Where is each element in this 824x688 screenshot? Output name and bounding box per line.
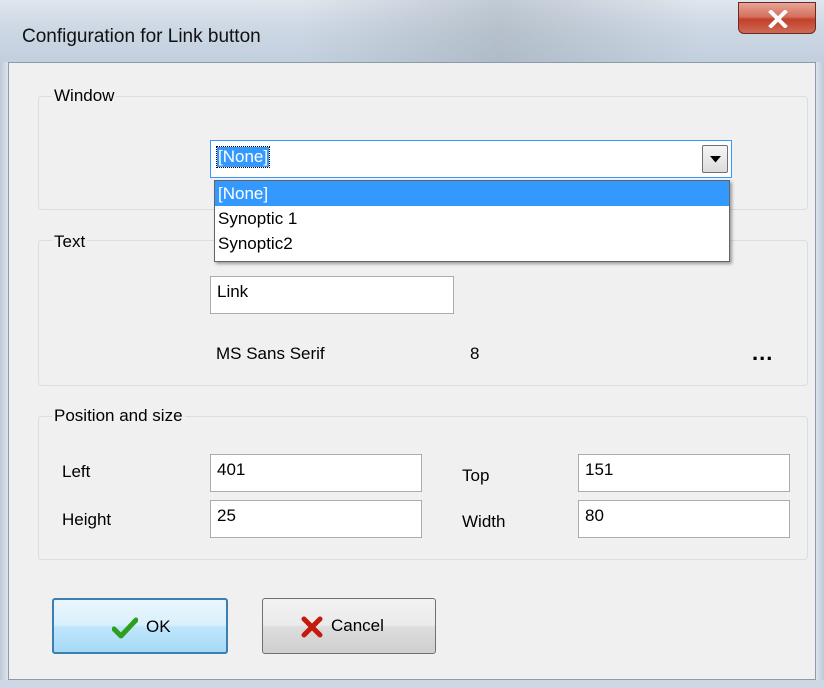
left-input[interactable]: 401 — [210, 454, 422, 492]
title-bar[interactable]: Configuration for Link button — [0, 0, 824, 62]
ok-button[interactable]: OK — [52, 598, 228, 654]
chevron-down-icon — [710, 156, 721, 163]
dropdown-option-synoptic2[interactable]: Synoptic2 — [215, 231, 729, 256]
window-dropdown-list: [None] Synoptic 1 Synoptic2 — [214, 180, 730, 262]
top-input[interactable]: 151 — [578, 454, 790, 492]
ok-button-label: OK — [146, 617, 171, 636]
position-group-label: Position and size — [52, 406, 185, 426]
dropdown-button[interactable] — [702, 145, 728, 173]
window-select[interactable]: [None] — [210, 140, 732, 178]
dropdown-option-none[interactable]: [None] — [215, 181, 729, 206]
top-label: Top — [462, 466, 490, 485]
window-select-value: [None] — [215, 146, 271, 168]
title-bar-glow — [300, 0, 700, 62]
text-group-label: Text — [52, 232, 88, 252]
x-icon — [301, 616, 323, 638]
cancel-button-label: Cancel — [331, 616, 384, 635]
height-label: Height — [62, 510, 112, 529]
dropdown-option-synoptic-1[interactable]: Synoptic 1 — [215, 206, 729, 231]
dialog-window: Configuration for Link button Window Tex… — [0, 0, 824, 688]
width-input[interactable]: 80 — [578, 500, 790, 538]
height-input[interactable]: 25 — [210, 500, 422, 538]
font-picker-button[interactable]: ... — [752, 340, 773, 366]
close-icon — [768, 10, 788, 28]
window-frame-right — [816, 62, 824, 688]
left-label: Left — [62, 462, 91, 481]
window-frame-bottom — [0, 680, 824, 688]
window-group-label: Window — [52, 86, 117, 106]
font-name-label: MS Sans Serif — [216, 344, 325, 363]
window-frame-left — [0, 62, 8, 688]
text-input[interactable]: Link — [210, 276, 454, 314]
close-button[interactable] — [738, 2, 816, 34]
cancel-button[interactable]: Cancel — [262, 598, 436, 654]
width-label: Width — [462, 512, 506, 531]
window-title: Configuration for Link button — [22, 26, 261, 47]
checkmark-icon — [112, 617, 138, 639]
font-size-label: 8 — [470, 344, 480, 363]
